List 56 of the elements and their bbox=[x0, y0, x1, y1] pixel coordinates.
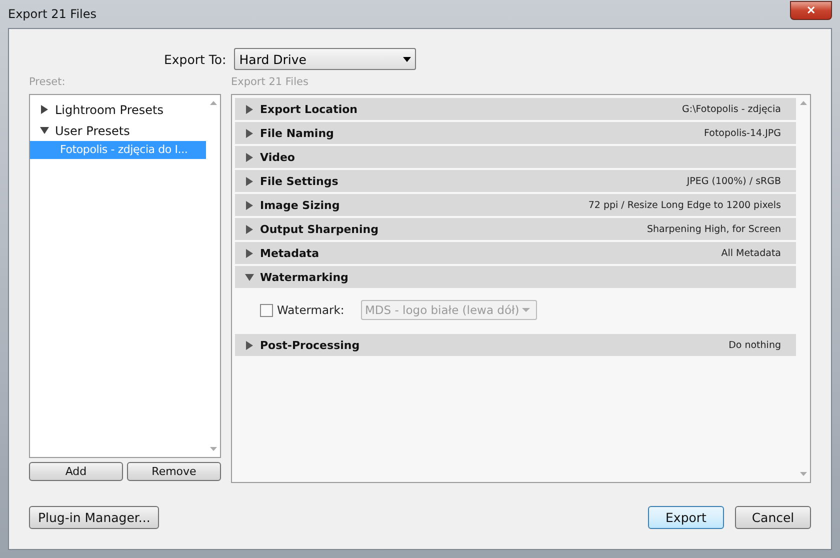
close-button[interactable]: ✕ bbox=[790, 0, 832, 20]
section-title: Post-Processing bbox=[260, 338, 360, 352]
expand-triangle-icon bbox=[245, 128, 254, 138]
caret-icon bbox=[403, 56, 412, 62]
section-summary: JPEG (100%) / sRGB bbox=[686, 176, 781, 186]
scroll-up-icon[interactable] bbox=[210, 101, 216, 105]
tree-item[interactable]: User Presets bbox=[30, 120, 206, 141]
expand-triangle-icon bbox=[245, 152, 254, 162]
collapse-triangle-icon[interactable] bbox=[40, 126, 49, 135]
section-title: Video bbox=[260, 150, 295, 164]
scroll-up-icon[interactable] bbox=[800, 101, 806, 105]
section-summary: Fotopolis-14.JPG bbox=[704, 128, 781, 138]
dialog-button[interactable]: Export bbox=[648, 506, 724, 529]
section-header[interactable]: Video bbox=[235, 146, 796, 168]
preset-button[interactable]: Remove bbox=[127, 462, 221, 481]
plugin-manager-button[interactable]: Plug-in Manager... bbox=[29, 506, 160, 529]
expand-triangle-icon bbox=[245, 200, 254, 210]
scroll-down-icon[interactable] bbox=[800, 472, 806, 476]
section-header[interactable]: Output Sharpening Sharpening High, for Screen bbox=[235, 218, 796, 240]
section-title: Output Sharpening bbox=[260, 222, 378, 236]
section-title: File Naming bbox=[260, 126, 334, 140]
watermark-label: Watermark: bbox=[277, 303, 346, 317]
section-summary: Do nothing bbox=[728, 340, 781, 350]
dialog-button[interactable]: Cancel bbox=[735, 506, 811, 529]
section-header[interactable]: Metadata All Metadata bbox=[235, 242, 796, 264]
tree-item[interactable]: Lightroom Presets bbox=[30, 99, 206, 120]
scroll-down-icon[interactable] bbox=[210, 447, 216, 451]
collapse-triangle-icon bbox=[245, 272, 254, 282]
section-summary: G:\Fotopolis - zdjęcia bbox=[682, 104, 781, 114]
caret-icon bbox=[522, 308, 530, 312]
section-title: Image Sizing bbox=[260, 198, 340, 212]
expand-triangle-icon bbox=[245, 104, 254, 114]
expand-triangle-icon[interactable] bbox=[40, 105, 49, 114]
window-title: Export 21 Files bbox=[8, 7, 97, 21]
preset-label: Preset: bbox=[29, 76, 66, 90]
section-title: Metadata bbox=[260, 246, 320, 260]
section-header[interactable]: Export Location G:\Fotopolis - zdjęcia bbox=[235, 98, 796, 120]
section-title: Watermarking bbox=[260, 270, 348, 284]
expand-triangle-icon bbox=[245, 248, 254, 258]
expand-triangle-icon bbox=[245, 176, 254, 186]
section-header[interactable]: File Naming Fotopolis-14.JPG bbox=[235, 122, 796, 144]
section-summary: 72 ppi / Resize Long Edge to 1200 pixels bbox=[588, 200, 781, 210]
section-summary: All Metadata bbox=[721, 248, 781, 258]
export-to-dropdown[interactable]: Hard Drive bbox=[234, 48, 416, 70]
section-title: File Settings bbox=[260, 174, 338, 188]
section-header[interactable]: Post-Processing Do nothing bbox=[235, 334, 796, 356]
section-header[interactable]: Watermarking bbox=[235, 266, 796, 288]
expand-triangle-icon bbox=[245, 224, 254, 234]
section-summary: Sharpening High, for Screen bbox=[646, 224, 781, 234]
section-title: Export Location bbox=[260, 102, 358, 116]
section-header[interactable]: Image Sizing 72 ppi / Resize Long Edge to 1200 pixels bbox=[235, 194, 796, 216]
export-to-label: Export To: bbox=[164, 52, 226, 66]
sections-label: Export 21 Files bbox=[231, 76, 310, 90]
preset-button[interactable]: Add bbox=[29, 462, 123, 481]
section-header[interactable]: File Settings JPEG (100%) / sRGB bbox=[235, 170, 796, 192]
expand-triangle-icon bbox=[245, 340, 254, 350]
